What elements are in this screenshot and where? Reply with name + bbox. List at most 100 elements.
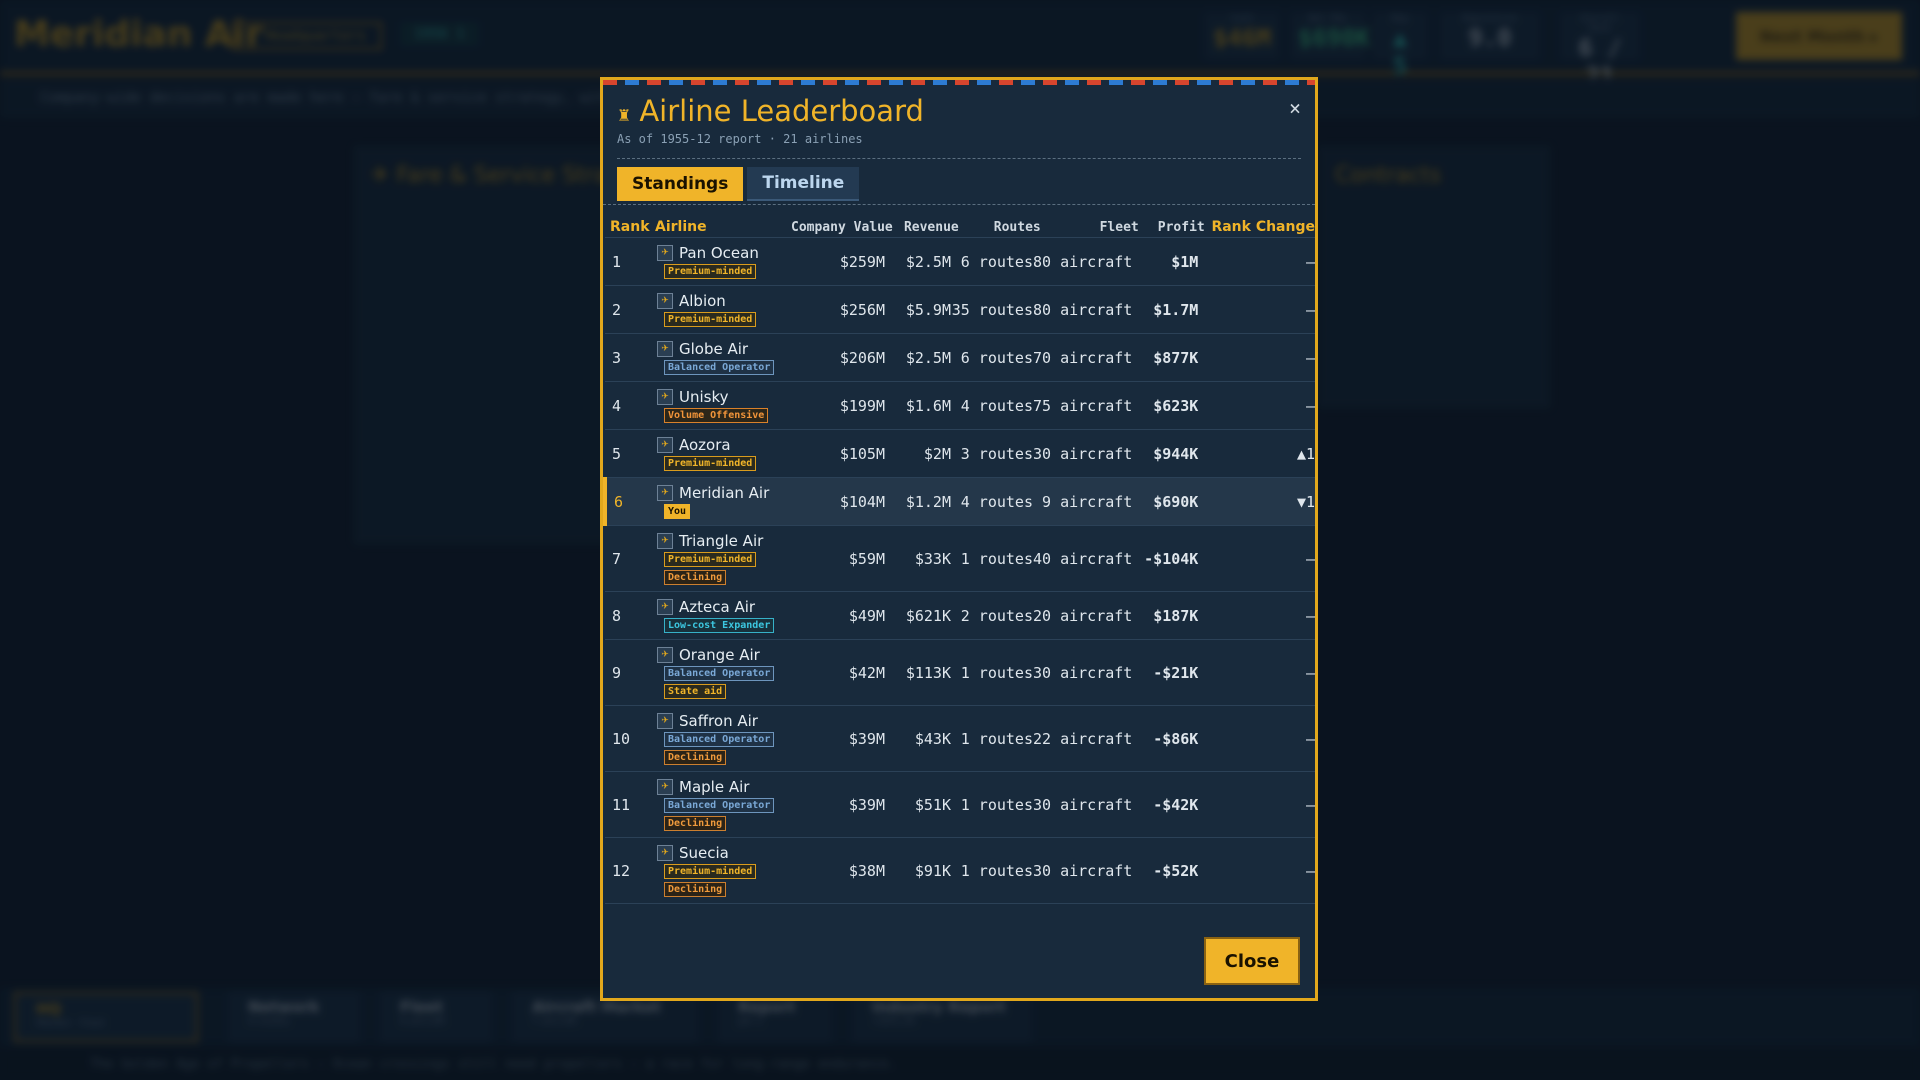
table-row[interactable]: 11 ✈ Maple Air Balanced Operator Declining $3… [605, 771, 1315, 838]
rank-change-cell: — [1198, 525, 1315, 592]
strategy-badge: Balanced Operator [664, 798, 775, 813]
rank-change-cell: — [1198, 771, 1315, 838]
airline-cell: ✈ Triangle Air Premium-minded Declining [657, 525, 793, 592]
airline-logo-icon: ✈ [657, 437, 673, 453]
rank-change-cell: — [1198, 285, 1315, 334]
airmail-stripe [603, 80, 1315, 85]
revenue-cell: $2.5M [885, 237, 951, 286]
standings-list[interactable]: 1 ✈ Pan Ocean Premium-minded $259M $2.5M 6 rou… [603, 237, 1315, 920]
table-row[interactable]: 2 ✈ Albion Premium-minded $256M $5.9M 35 route… [605, 285, 1315, 334]
routes-cell: 2 routes [951, 591, 1033, 640]
rank-cell: 13 [605, 903, 657, 920]
fleet-cell: 20 aircraft [1033, 591, 1133, 640]
rank-cell: 10 [605, 705, 657, 772]
airline-name: Aozora [679, 436, 731, 454]
table-row[interactable]: 9 ✈ Orange Air Balanced Operator State aid $4… [605, 639, 1315, 706]
strategy-badge: State aid [664, 684, 727, 699]
airline-logo-icon: ✈ [657, 713, 673, 729]
revenue-cell: $33K [885, 525, 951, 592]
airline-cell: ✈Adler Air [657, 903, 793, 920]
airline-logo-icon: ✈ [657, 779, 673, 795]
rank-cell: 4 [605, 381, 657, 430]
divider [603, 204, 1315, 205]
profit-cell: -$42K [1132, 771, 1199, 838]
revenue-cell: $425K [885, 903, 951, 920]
revenue-cell: $43K [885, 705, 951, 772]
airline-cell: ✈ Aozora Premium-minded [657, 429, 793, 478]
company-value-cell: $42M [793, 639, 885, 706]
fleet-cell: 9 aircraft [1033, 903, 1133, 920]
airline-cell: ✈ Suecia Premium-minded Declining [657, 837, 793, 904]
revenue-cell: $621K [885, 591, 951, 640]
table-row[interactable]: 12 ✈ Suecia Premium-minded Declining $38M $91K… [605, 837, 1315, 904]
airline-name: Albion [679, 292, 726, 310]
routes-cell: 35 routes [951, 285, 1033, 334]
table-row[interactable]: 3 ✈ Globe Air Balanced Operator $206M $2.5M 6 … [605, 333, 1315, 382]
rank-change-cell: — [1198, 591, 1315, 640]
strategy-badge: Premium-minded [664, 864, 757, 879]
profit-cell: $623K [1132, 381, 1199, 430]
rank-cell: 8 [605, 591, 657, 640]
strategy-badge: Premium-minded [664, 552, 757, 567]
airline-logo-icon: ✈ [657, 293, 673, 309]
table-row[interactable]: 6 ✈ Meridian Air You $104M $1.2M 4 routes 9 air… [603, 477, 1315, 526]
tab-standings[interactable]: Standings [617, 167, 744, 201]
airline-cell: ✈ Orange Air Balanced Operator State aid [657, 639, 793, 706]
airline-cell: ✈ Saffron Air Balanced Operator Declining [657, 705, 793, 772]
airline-cell: ✈ Pan Ocean Premium-minded [657, 237, 793, 286]
modal-title: Airline Leaderboard [639, 94, 924, 128]
strategy-badge: Volume Offensive [664, 408, 769, 423]
rank-change-cell: — [1198, 237, 1315, 286]
strategy-badge: Low-cost Expander [664, 618, 775, 633]
rank-change-cell: — [1198, 639, 1315, 706]
fleet-cell: 80 aircraft [1033, 237, 1133, 286]
rank-change-cell: — [1198, 381, 1315, 430]
strategy-badge: You [664, 504, 691, 519]
revenue-cell: $1.6M [885, 381, 951, 430]
close-button[interactable]: Close [1204, 937, 1300, 985]
table-row[interactable]: 4 ✈ Unisky Volume Offensive $199M $1.6M 4 rout… [605, 381, 1315, 430]
company-value-cell: $199M [793, 381, 885, 430]
fleet-cell: 40 aircraft [1033, 525, 1133, 592]
company-value-cell: $38M [793, 837, 885, 904]
divider [617, 158, 1301, 159]
fleet-cell: 30 aircraft [1033, 639, 1133, 706]
profit-cell: $944K [1132, 429, 1199, 478]
strategy-badge: Declining [664, 750, 727, 765]
airline-name: Unisky [679, 388, 729, 406]
revenue-cell: $1.2M [885, 477, 951, 526]
airline-logo-icon: ✈ [657, 485, 673, 501]
rank-cell: 9 [605, 639, 657, 706]
airline-logo-icon: ✈ [657, 533, 673, 549]
profit-cell: $187K [1132, 591, 1199, 640]
rank-cell: 12 [605, 837, 657, 904]
table-row[interactable]: 10 ✈ Saffron Air Balanced Operator Declining… [605, 705, 1315, 772]
routes-cell: 6 routes [951, 333, 1033, 382]
table-row[interactable]: 1 ✈ Pan Ocean Premium-minded $259M $2.5M 6 rou… [605, 237, 1315, 286]
close-icon[interactable]: × [1289, 96, 1301, 120]
airline-name: Triangle Air [679, 532, 764, 550]
company-value-cell: $259M [793, 237, 885, 286]
airline-logo-icon: ✈ [657, 389, 673, 405]
company-value-cell: $59M [793, 525, 885, 592]
table-row[interactable]: 8 ✈ Azteca Air Low-cost Expander $49M $621K 2 … [605, 591, 1315, 640]
routes-cell: 1 routes [951, 837, 1033, 904]
table-row[interactable]: 7 ✈ Triangle Air Premium-minded Declining $59… [605, 525, 1315, 592]
airline-cell: ✈ Maple Air Balanced Operator Declining [657, 771, 793, 838]
leaderboard-modal: ♜ Airline Leaderboard As of 1955-12 repo… [600, 77, 1318, 1001]
table-row[interactable]: 13✈Adler Air$36M$425K2 routes9 aircraft$… [605, 903, 1315, 920]
airline-name: Saffron Air [679, 712, 758, 730]
airline-name: Pan Ocean [679, 244, 759, 262]
table-row[interactable]: 5 ✈ Aozora Premium-minded $105M $2M 3 routes 30… [605, 429, 1315, 478]
revenue-cell: $2.5M [885, 333, 951, 382]
airline-cell: ✈ Azteca Air Low-cost Expander [657, 591, 793, 640]
airline-name: Adler Air [679, 919, 743, 920]
airline-logo-icon: ✈ [657, 845, 673, 861]
tab-bar: Standings Timeline [617, 167, 860, 201]
tab-timeline[interactable]: Timeline [747, 167, 860, 201]
airline-logo-icon: ✈ [657, 647, 673, 663]
rank-change-cell: ▼1 [1198, 477, 1315, 526]
profit-cell: $877K [1132, 333, 1199, 382]
fleet-cell: 22 aircraft [1033, 705, 1133, 772]
routes-cell: 4 routes [951, 477, 1033, 526]
